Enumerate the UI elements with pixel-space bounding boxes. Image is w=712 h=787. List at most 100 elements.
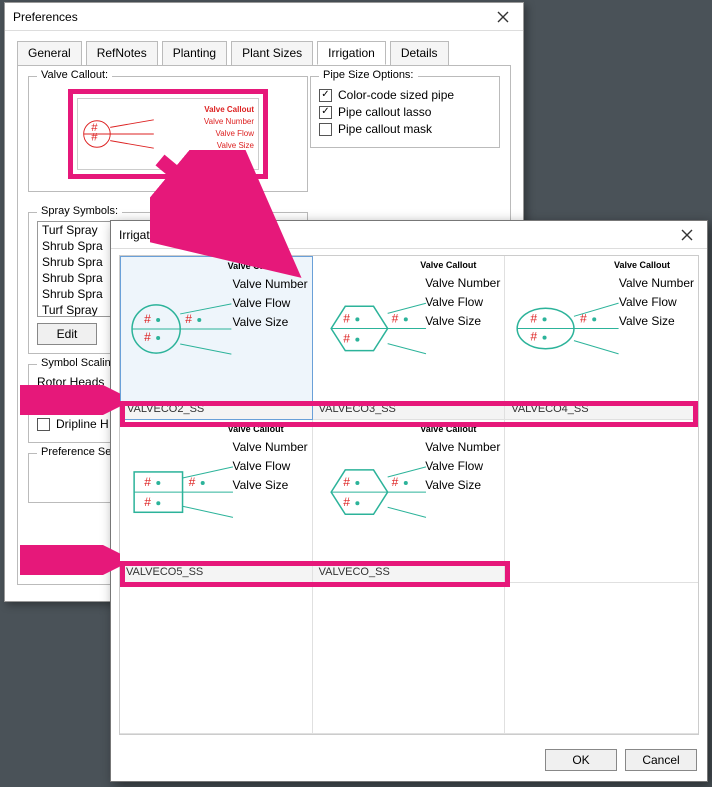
- tab-details[interactable]: Details: [390, 41, 449, 65]
- diagram-label: Valve Flow: [425, 457, 500, 476]
- diagram-icon: # # # Valve Callout Valve Number Valve F…: [313, 420, 505, 564]
- chk-lasso[interactable]: ✓Pipe callout lasso: [319, 105, 491, 119]
- thumb-l3: Valve Size: [217, 141, 254, 150]
- diagram-label: Valve Flow: [425, 293, 500, 312]
- diagram-labels: Valve Number Valve Flow Valve Size: [233, 438, 308, 496]
- svg-text:#: #: [91, 132, 98, 144]
- callout-cell-valveco4[interactable]: # # # Valve Callout Valve Number Valve F…: [505, 256, 698, 420]
- diagram-label: Valve Flow: [233, 457, 308, 476]
- diagram-label: Valve Flow: [233, 294, 308, 313]
- valve-callout-group: Valve Callout: # # Valve Callout Valve N…: [28, 76, 308, 192]
- svg-text:#: #: [531, 311, 538, 325]
- ok-button[interactable]: OK: [545, 749, 617, 771]
- irrigation-close-icon[interactable]: [675, 223, 699, 247]
- diagram-label: Valve Number: [619, 274, 694, 293]
- valve-callout-thumb[interactable]: # # Valve Callout Valve Number Valve Flo…: [77, 98, 259, 170]
- spray-symbols-label: Spray Symbols:: [37, 205, 122, 217]
- diagram-title: Valve Callout: [228, 424, 284, 434]
- svg-text:#: #: [144, 330, 151, 344]
- chk-color-code-label: Color-code sized pipe: [338, 88, 454, 102]
- diagram-labels: Valve Number Valve Flow Valve Size: [233, 275, 308, 333]
- diagram-labels: Valve Number Valve Flow Valve Size: [425, 274, 500, 332]
- chk-mask-label: Pipe callout mask: [338, 122, 432, 136]
- spray-edit-button[interactable]: Edit: [37, 323, 97, 345]
- svg-text:#: #: [144, 475, 151, 489]
- irrigation-body: # # # Valve Callout Valve Number Valve F…: [111, 249, 707, 741]
- empty-cell: [505, 583, 698, 734]
- callout-caption: VALVECO4_SS: [505, 401, 698, 419]
- diagram-title: Valve Callout: [228, 261, 284, 271]
- chk-color-code[interactable]: ✓Color-code sized pipe: [319, 88, 491, 102]
- callout-cell-valveco3[interactable]: # # # Valve Callout Valve Number Valve F…: [313, 256, 506, 420]
- tab-general[interactable]: General: [17, 41, 82, 65]
- diagram-icon: # # # Valve Callout Valve Number Valve F…: [120, 420, 312, 564]
- svg-text:#: #: [144, 312, 151, 326]
- tab-plant-sizes[interactable]: Plant Sizes: [231, 41, 313, 65]
- irrigation-titlebar: Irrigation: [111, 221, 707, 249]
- callout-cell-valveco2[interactable]: # # # Valve Callout Valve Number Valve F…: [120, 256, 313, 420]
- diagram-label: Valve Number: [233, 438, 308, 457]
- preferences-tabs: General RefNotes Planting Plant Sizes Ir…: [5, 31, 523, 65]
- diagram-label: Valve Size: [425, 476, 500, 495]
- diagram-icon: # # # Valve Callout Valve Number Valve F…: [505, 256, 698, 401]
- svg-text:#: #: [144, 495, 151, 509]
- preferences-close-icon[interactable]: [491, 5, 515, 29]
- svg-text:#: #: [185, 312, 192, 326]
- pipe-size-options-label: Pipe Size Options:: [319, 69, 418, 81]
- diagram-label: Valve Size: [233, 313, 308, 332]
- irrigation-thumb-grid: # # # Valve Callout Valve Number Valve F…: [120, 256, 698, 734]
- irrigation-title: Irrigation: [119, 228, 166, 242]
- diagram-label: Valve Number: [425, 274, 500, 293]
- irrigation-thumb-area: # # # Valve Callout Valve Number Valve F…: [119, 255, 699, 735]
- preferences-title: Preferences: [13, 10, 78, 24]
- svg-text:#: #: [343, 311, 350, 325]
- diagram-label: Valve Size: [619, 312, 694, 331]
- diagram-label: Valve Size: [233, 476, 308, 495]
- symbol-scaling-label: Symbol Scalin: [37, 357, 115, 369]
- thumb-l1: Valve Number: [204, 117, 254, 126]
- svg-text:#: #: [343, 475, 350, 489]
- chk-dripline-label: Dripline H: [56, 417, 109, 431]
- diagram-title: Valve Callout: [420, 424, 476, 434]
- tab-planting[interactable]: Planting: [162, 41, 227, 65]
- svg-text:#: #: [189, 475, 196, 489]
- empty-cell: [505, 420, 698, 583]
- chk-mask[interactable]: Pipe callout mask: [319, 122, 491, 136]
- diagram-labels: Valve Number Valve Flow Valve Size: [619, 274, 694, 332]
- irrigation-dialog: Irrigation # # #: [110, 220, 708, 782]
- diagram-label: Valve Size: [425, 312, 500, 331]
- callout-caption: VALVECO2_SS: [121, 401, 312, 419]
- preference-set-label: Preference Set: [37, 446, 118, 458]
- svg-text:#: #: [531, 330, 538, 344]
- svg-text:#: #: [391, 311, 398, 325]
- callout-caption: VALVECO3_SS: [313, 401, 505, 419]
- svg-text:#: #: [343, 332, 350, 346]
- cancel-button[interactable]: Cancel: [625, 749, 697, 771]
- valve-callout-label: Valve Callout:: [37, 69, 112, 81]
- diagram-title: Valve Callout: [420, 260, 476, 270]
- preferences-titlebar: Preferences: [5, 3, 523, 31]
- diagram-label: Valve Flow: [619, 293, 694, 312]
- diagram-label: Valve Number: [233, 275, 308, 294]
- tab-irrigation[interactable]: Irrigation: [317, 41, 386, 65]
- thumb-title: Valve Callout: [204, 105, 254, 114]
- callout-cell-valveco5[interactable]: # # # Valve Callout Valve Number Valve F…: [120, 420, 313, 583]
- svg-text:#: #: [391, 475, 398, 489]
- valve-callout-thumb-highlight: # # Valve Callout Valve Number Valve Flo…: [68, 89, 268, 179]
- thumb-l2: Valve Flow: [215, 129, 254, 138]
- svg-text:#: #: [343, 495, 350, 509]
- diagram-label: Valve Number: [425, 438, 500, 457]
- callout-caption: VALVECO_SS: [313, 564, 505, 582]
- chk-lasso-label: Pipe callout lasso: [338, 105, 431, 119]
- diagram-icon: # # # Valve Callout Valve Number Valve F…: [313, 256, 505, 401]
- irrigation-button-row: OK Cancel: [111, 741, 707, 779]
- callout-caption: VALVECO5_SS: [120, 564, 312, 582]
- diagram-title: Valve Callout: [614, 260, 670, 270]
- diagram-icon: # # # Valve Callout Valve Number Valve F…: [121, 257, 312, 401]
- diagram-labels: Valve Number Valve Flow Valve Size: [425, 438, 500, 496]
- pipe-size-options-group: Pipe Size Options: ✓Color-code sized pip…: [310, 76, 500, 148]
- empty-cell: [120, 583, 313, 734]
- tab-refnotes[interactable]: RefNotes: [86, 41, 158, 65]
- empty-cell: [313, 583, 506, 734]
- callout-cell-valveco[interactable]: # # # Valve Callout Valve Number Valve F…: [313, 420, 506, 583]
